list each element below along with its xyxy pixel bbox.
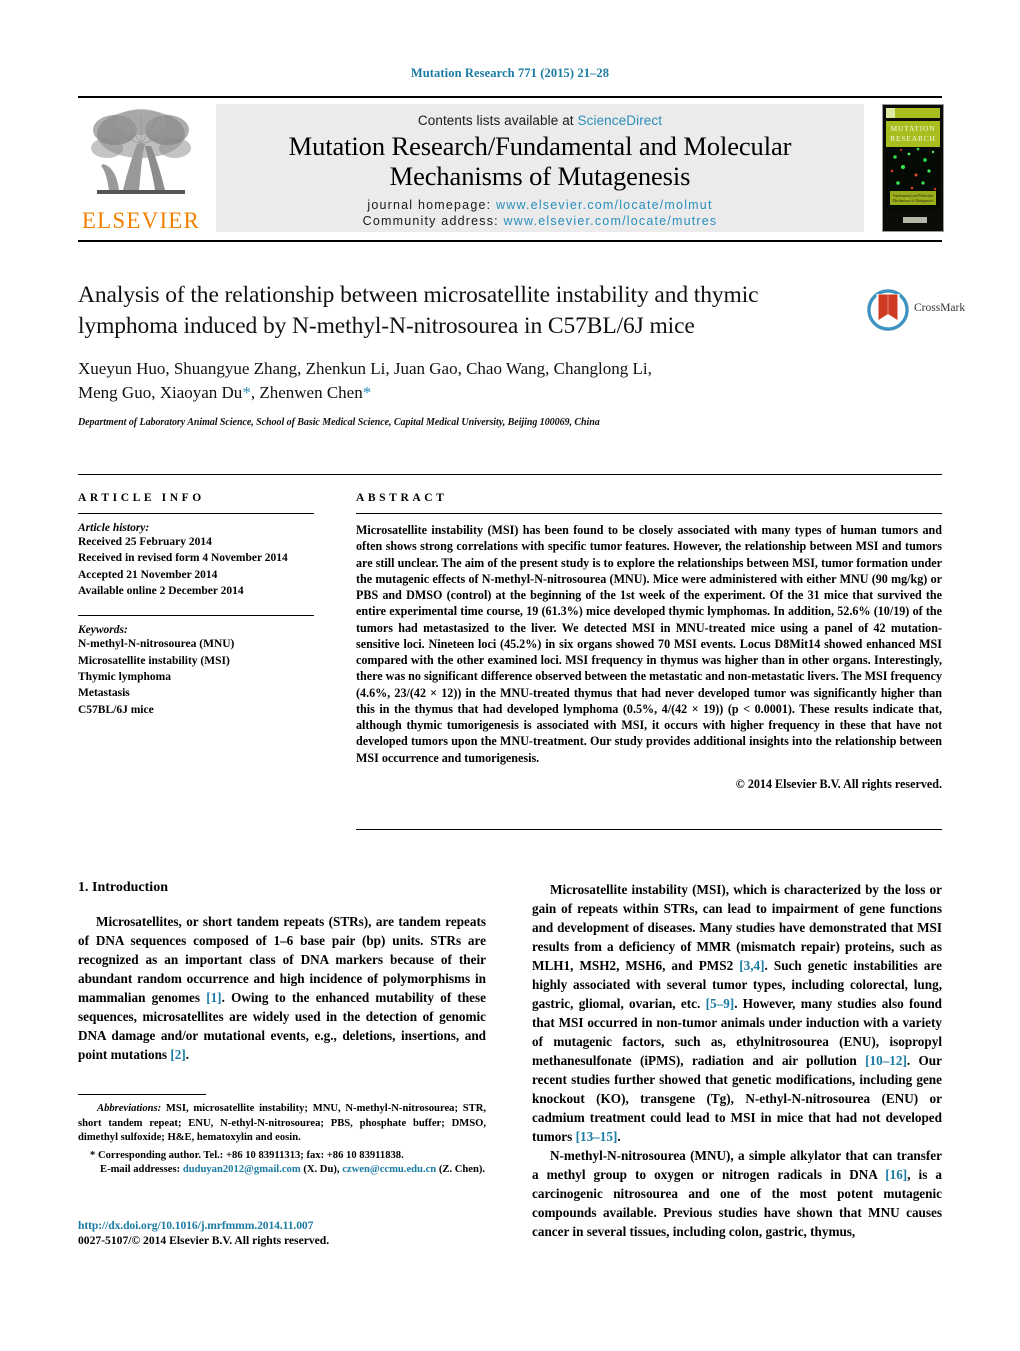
elsevier-wordmark: ELSEVIER — [81, 208, 201, 233]
sciencedirect-link[interactable]: ScienceDirect — [578, 113, 663, 128]
journal-cover-thumbnail: MUTATION RESEARCH Fundamental and Molecu… — [882, 104, 944, 232]
article-info-rule — [78, 513, 314, 514]
history-item: Accepted 21 November 2014 — [78, 568, 218, 581]
email-address-1[interactable]: duduyan2012@gmail.com — [183, 1164, 301, 1175]
journal-homepage-label: journal homepage: — [367, 198, 492, 213]
body-column-left: 1. Introduction Microsatellites, or shor… — [78, 880, 486, 1064]
author-line-2b: , Zhenwen Chen — [250, 383, 363, 403]
doi-link[interactable]: http://dx.doi.org/10.1016/j.mrfmmm.2014.… — [78, 1219, 498, 1232]
email-owner-2: (Z. Chen). — [438, 1164, 486, 1176]
keyword-item: C57BL/6J mice — [78, 703, 154, 716]
abbreviations-note: Abbreviations: MSI, microsatellite insta… — [78, 1102, 486, 1146]
journal-title: Mutation Research/Fundamental and Molecu… — [216, 131, 864, 191]
article-history-label: Article history: — [78, 522, 150, 534]
keyword-item: Metastasis — [78, 687, 130, 700]
community-address-url[interactable]: www.elsevier.com/locate/mutres — [504, 214, 718, 228]
community-address-line: Community address: www.elsevier.com/loca… — [216, 214, 864, 228]
body-column-right: Microsatellite instability (MSI), which … — [532, 880, 942, 1241]
email-note: E-mail addresses: duduyan2012@gmail.com … — [78, 1163, 486, 1178]
abbreviations-label: Abbreviations: — [97, 1103, 162, 1114]
journal-title-line-2: Mechanisms of Mutagenesis — [389, 161, 691, 192]
journal-homepage-line: journal homepage: www.elsevier.com/locat… — [216, 198, 864, 212]
citation-ref-1[interactable]: [1] — [206, 990, 221, 1005]
journal-banner: Contents lists available at ScienceDirec… — [216, 104, 864, 232]
corresponding-author-note: * Corresponding author. Tel.: +86 10 839… — [78, 1149, 486, 1164]
contents-prefix: Contents lists available at — [417, 113, 578, 128]
intro-p3-part-a: N-methyl-N-nitrosourea (MNU), a simple a… — [532, 1148, 942, 1182]
keyword-item: Microsatellite instability (MSI) — [78, 654, 230, 667]
footnote-rule — [78, 1094, 206, 1095]
elsevier-tree-icon — [91, 109, 191, 194]
svg-text:Mechanisms of Mutagenesis: Mechanisms of Mutagenesis — [892, 199, 934, 203]
crossmark-label: CrossMark — [914, 302, 966, 314]
intro-paragraph-2: Microsatellite instability (MSI), which … — [532, 880, 942, 1146]
keywords-label: Keywords: — [78, 624, 128, 637]
journal-title-line-1: Mutation Research/Fundamental and Molecu… — [288, 131, 792, 161]
issn-copyright-line: 0027-5107/© 2014 Elsevier B.V. All right… — [78, 1234, 330, 1247]
community-address-label: Community address: — [362, 214, 499, 229]
abstract-text: Microsatellite instability (MSI) has bee… — [356, 523, 942, 765]
elsevier-logo: ELSEVIER — [80, 104, 202, 236]
article-info-column: ARTICLE INFO Article history: Received 2… — [78, 492, 314, 718]
contents-available-line: Contents lists available at ScienceDirec… — [216, 104, 864, 128]
author-list: Xueyun Huo, Shuangyue Zhang, Zhenkun Li,… — [78, 357, 838, 405]
citation-ref-13-15[interactable]: [13–15] — [576, 1129, 618, 1144]
title-block: Analysis of the relationship between mic… — [78, 280, 838, 428]
keywords-list: N-methyl-N-nitrosourea (MNU) Microsatell… — [78, 636, 314, 718]
abstract-copyright: © 2014 Elsevier B.V. All rights reserved… — [735, 776, 942, 791]
keyword-item: Thymic lymphoma — [78, 670, 171, 683]
intro-paragraph-1: Microsatellites, or short tandem repeats… — [78, 912, 486, 1064]
email-owner-1: (X. Du), — [300, 1164, 343, 1176]
doi-block: http://dx.doi.org/10.1016/j.mrfmmm.2014.… — [78, 1219, 498, 1247]
intro-paragraph-3: N-methyl-N-nitrosourea (MNU), a simple a… — [532, 1146, 942, 1241]
author-line-1: Xueyun Huo, Shuangyue Zhang, Zhenkun Li,… — [78, 359, 652, 379]
journal-homepage-url[interactable]: www.elsevier.com/locate/molmut — [496, 198, 713, 212]
running-head: Mutation Research 771 (2015) 21–28 — [410, 66, 610, 80]
keywords-rule — [78, 615, 314, 617]
section-heading-introduction: 1. Introduction — [78, 880, 168, 895]
keywords-block: Keywords: N-methyl-N-nitrosourea (MNU) M… — [78, 615, 314, 718]
history-item: Available online 2 December 2014 — [78, 584, 244, 597]
history-item: Received 25 February 2014 — [78, 536, 212, 548]
author-line-2: Meng Guo, Xiaoyan Du — [78, 383, 243, 403]
intro-p1-part-c: . — [185, 1047, 190, 1062]
journal-cover-art: MUTATION RESEARCH Fundamental and Molecu… — [883, 105, 943, 231]
paper-page: Mutation Research 771 (2015) 21–28 ELSEV… — [0, 0, 1020, 1351]
svg-text:Fundamental and Molecular: Fundamental and Molecular — [893, 194, 934, 198]
svg-text:MUTATION: MUTATION — [891, 124, 936, 133]
email-addresses-label: E-mail addresses: — [100, 1164, 181, 1176]
email-address-2[interactable]: czwen@ccmu.edu.cn — [342, 1164, 436, 1175]
keyword-item: N-methyl-N-nitrosourea (MNU) — [78, 638, 235, 651]
intro-p2-part-e: . — [617, 1129, 621, 1144]
corresponding-author-marker-2: * — [362, 383, 372, 403]
abstract-rule — [356, 513, 942, 514]
abstract-heading: ABSTRACT — [356, 492, 448, 504]
corresponding-author-marker-1: * — [242, 383, 251, 403]
article-info-heading: ARTICLE INFO — [78, 492, 205, 504]
corresponding-text: Corresponding author. Tel.: +86 10 83911… — [95, 1149, 404, 1161]
footnote-block: Abbreviations: MSI, microsatellite insta… — [78, 1094, 486, 1178]
crossmark-badge[interactable]: CrossMark — [866, 288, 965, 334]
abstract-section-divider — [78, 474, 942, 475]
history-item: Received in revised form 4 November 2014 — [78, 552, 288, 565]
abstract-column: ABSTRACT Microsatellite instability (MSI… — [356, 492, 942, 792]
article-history-list: Received 25 February 2014 Received in re… — [78, 534, 314, 599]
abstract-bottom-divider — [356, 829, 942, 830]
citation-ref-2[interactable]: [2] — [170, 1047, 185, 1062]
citation-ref-5-9[interactable]: [5–9] — [706, 996, 735, 1011]
affiliation: Department of Laboratory Animal Science,… — [78, 417, 600, 429]
citation-ref-10-12[interactable]: [10–12] — [865, 1053, 907, 1068]
citation-ref-16[interactable]: [16] — [885, 1167, 907, 1182]
crossmark-icon[interactable] — [866, 288, 910, 332]
citation-ref-3-4[interactable]: [3,4] — [739, 958, 764, 973]
svg-text:RESEARCH: RESEARCH — [890, 134, 936, 143]
page-title: Analysis of the relationship between mic… — [78, 282, 759, 339]
